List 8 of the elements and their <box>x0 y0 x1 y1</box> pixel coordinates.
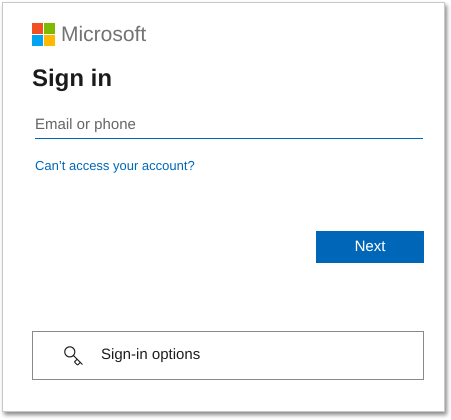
logo-text: Microsoft <box>61 24 146 44</box>
heading: Sign in <box>32 64 113 94</box>
logo-icon <box>32 22 55 46</box>
sign-in-options-button[interactable]: Sign-in options <box>32 331 424 380</box>
key-icon <box>62 344 84 366</box>
email-field[interactable]: Email or phone <box>35 110 423 139</box>
help-link[interactable]: Can’t access your account? <box>35 158 195 174</box>
next-button[interactable]: Next <box>316 231 424 263</box>
